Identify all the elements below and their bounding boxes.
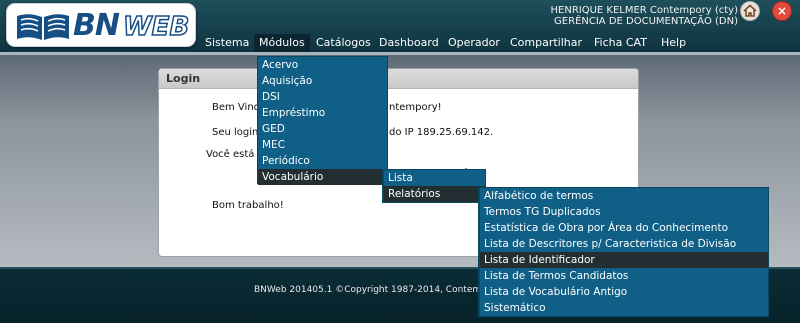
menu-item-relatorios[interactable]: Relatórios bbox=[384, 186, 485, 202]
login-ip-text-right: do IP 189.25.69.142. bbox=[389, 127, 494, 138]
copyright-text: BNWeb 201405.1 ©Copyright 1987-2014, Con… bbox=[254, 285, 487, 295]
menu-item-mec[interactable]: MEC bbox=[258, 137, 387, 153]
close-button[interactable]: × bbox=[772, 1, 792, 21]
menu-item-termos-candidatos[interactable]: Lista de Termos Candidatos bbox=[480, 268, 768, 284]
app-header: BN WEB HENRIQUE KELMER Contempory (cty) … bbox=[0, 0, 800, 52]
user-info: HENRIQUE KELMER Contempory (cty) GERÊNCI… bbox=[551, 5, 739, 27]
menu-dashboard[interactable]: Dashboard bbox=[374, 34, 444, 52]
menu-item-lista-descritores[interactable]: Lista de Descritores p/ Caracteristica d… bbox=[480, 236, 768, 252]
vocabulario-submenu: Lista Relatórios bbox=[382, 169, 486, 203]
home-button[interactable] bbox=[740, 1, 760, 21]
login-panel-title: Login bbox=[159, 69, 638, 89]
menu-sistema[interactable]: Sistema bbox=[200, 34, 254, 52]
main-menubar: Sistema Módulos Catálogos Dashboard Oper… bbox=[0, 34, 800, 52]
menu-item-lista[interactable]: Lista bbox=[384, 170, 485, 186]
menu-item-vocabulario[interactable]: Vocabulário bbox=[258, 169, 387, 185]
welcome-text-left: Bem Vind bbox=[212, 102, 261, 113]
menu-item-termos-tg-duplicados[interactable]: Termos TG Duplicados bbox=[480, 204, 768, 220]
user-department: GERÊNCIA DE DOCUMENTAÇÃO (DN) bbox=[554, 16, 738, 27]
welcome-text-right: ntempory! bbox=[389, 102, 442, 113]
menu-ficha-cat[interactable]: Ficha CAT bbox=[589, 34, 652, 52]
menu-help[interactable]: Help bbox=[656, 34, 691, 52]
menu-item-estatistica-obra[interactable]: Estatística de Obra por Área do Conhecim… bbox=[480, 220, 768, 236]
menu-item-aquisicao[interactable]: Aquisição bbox=[258, 73, 387, 89]
bom-trabalho-text: Bom trabalho! bbox=[212, 200, 284, 211]
menu-item-lista-identificador[interactable]: Lista de Identificador bbox=[480, 252, 768, 268]
menu-catalogos[interactable]: Catálogos bbox=[311, 34, 376, 52]
menu-modulos[interactable]: Módulos bbox=[254, 34, 310, 52]
menu-compartilhar[interactable]: Compartilhar bbox=[505, 34, 587, 52]
menu-item-dsi[interactable]: DSI bbox=[258, 89, 387, 105]
home-icon bbox=[743, 4, 757, 17]
login-ip-text-left: Seu login bbox=[212, 127, 259, 138]
menu-item-emprestimo[interactable]: Empréstimo bbox=[258, 105, 387, 121]
menu-item-alfabetico[interactable]: Alfabético de termos bbox=[480, 188, 768, 204]
menu-item-acervo[interactable]: Acervo bbox=[258, 57, 387, 73]
relatorios-submenu: Alfabético de termos Termos TG Duplicado… bbox=[478, 187, 769, 317]
menu-operador[interactable]: Operador bbox=[443, 34, 505, 52]
menu-item-ged[interactable]: GED bbox=[258, 121, 387, 137]
status-text-left: Você está bbox=[206, 149, 255, 160]
menu-item-sistematico[interactable]: Sistemático bbox=[480, 300, 768, 316]
menu-item-periodico[interactable]: Periódico bbox=[258, 153, 387, 169]
modulos-dropdown: Acervo Aquisição DSI Empréstimo GED MEC … bbox=[257, 56, 388, 185]
user-name: HENRIQUE KELMER Contempory (cty) bbox=[550, 5, 739, 16]
close-icon: × bbox=[776, 4, 788, 18]
menu-item-vocabulario-antigo[interactable]: Lista de Vocabulário Antigo bbox=[480, 284, 768, 300]
